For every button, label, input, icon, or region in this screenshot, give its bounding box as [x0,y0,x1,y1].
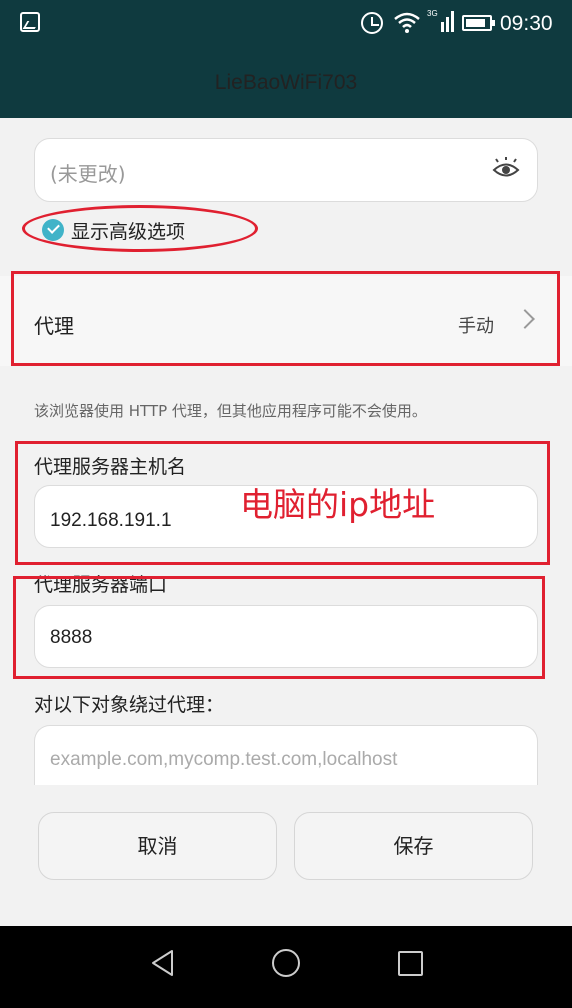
cancel-button[interactable]: 取消 [38,812,277,880]
highlight-box-port [13,576,545,679]
recent-apps-icon[interactable] [398,951,423,976]
svg-text:3G: 3G [427,9,438,18]
save-button[interactable]: 保存 [294,812,533,880]
bypass-label: 对以下对象绕过代理： [34,694,225,716]
bypass-placeholder: example.com,mycomp.test.com,localhost [50,749,398,770]
password-placeholder: (未更改) [50,162,126,186]
gallery-icon [20,12,40,32]
alarm-icon [361,12,383,34]
signal-3g-icon: 3G [427,9,454,32]
home-icon[interactable] [272,949,300,977]
highlight-ellipse-advanced [22,205,258,252]
status-time: 09:30 [500,12,553,35]
page-title: LieBaoWiFi703 [214,71,358,94]
proxy-note: 该浏览器使用 HTTP 代理，但其他应用程序可能不会使用。 [34,402,427,420]
highlight-box-host [15,441,550,565]
eye-icon[interactable] [491,155,521,185]
battery-icon [462,15,495,31]
wifi-icon [394,12,420,33]
back-icon[interactable] [148,948,178,978]
highlight-box-proxy [11,271,560,366]
status-bar: 3G 09:30 [0,0,572,48]
